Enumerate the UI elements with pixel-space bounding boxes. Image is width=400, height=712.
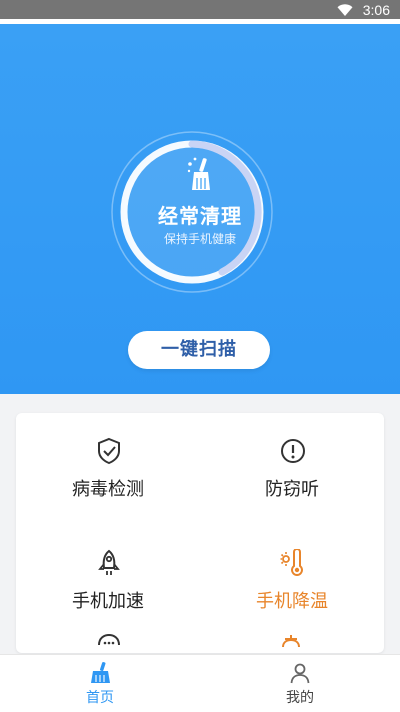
anti-eavesdrop-label: 防窃听	[265, 479, 319, 500]
phone-cool-label: 手机降温	[256, 591, 328, 612]
chat-icon	[98, 633, 120, 646]
status-time: 3:06	[362, 2, 390, 18]
tab-home[interactable]: 首页	[0, 655, 200, 712]
clean-subtitle: 保持手机健康	[163, 232, 236, 246]
shield-check-icon	[98, 437, 120, 465]
user-icon	[290, 663, 310, 684]
phone-cool-tool[interactable]: 手机降温	[200, 525, 384, 615]
broom-icon	[187, 157, 210, 190]
wifi-icon	[337, 4, 353, 16]
virus-scan-tool[interactable]: 病毒检测	[16, 413, 200, 503]
alert-circle-icon	[281, 439, 305, 463]
phone-boost-tool[interactable]: 手机加速	[16, 525, 200, 615]
tab-mine[interactable]: 我的	[200, 655, 400, 712]
broom-icon	[91, 662, 110, 683]
tab-mine-label: 我的	[286, 690, 314, 706]
thermometer-icon	[280, 549, 303, 576]
virus-scan-label: 病毒检测	[72, 479, 144, 500]
bottom-tab-bar: 首页 我的	[0, 654, 400, 712]
phone-boost-label: 手机加速	[72, 591, 144, 612]
anti-eavesdrop-tool[interactable]: 防窃听	[200, 413, 384, 503]
clean-title: 经常清理	[158, 204, 242, 228]
one-click-scan-button[interactable]: 一键扫描	[128, 331, 270, 369]
tab-home-label: 首页	[86, 690, 114, 706]
status-bar: 3:06	[0, 0, 400, 24]
rocket-icon	[98, 549, 120, 575]
tools-card: 病毒检测 防窃听 手机加速 手机降温	[16, 413, 384, 653]
alarm-icon	[282, 635, 300, 648]
